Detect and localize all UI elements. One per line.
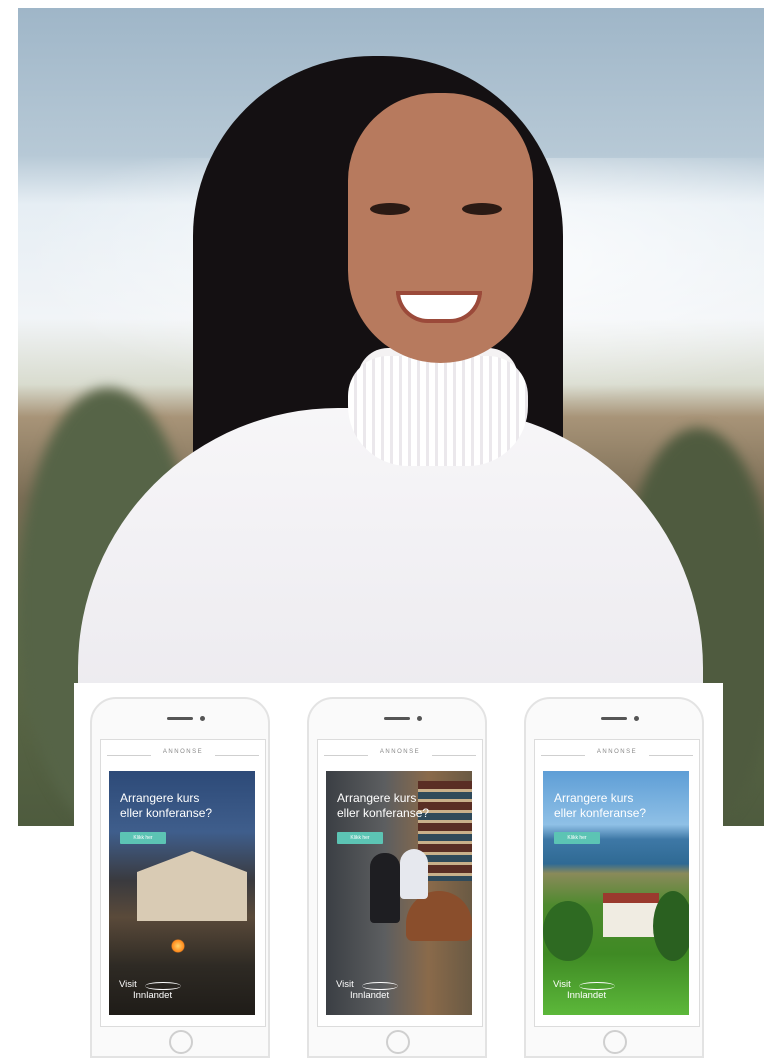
phone-mockup-1: ANNONSE Arrangere kurs eller konferanse? … — [90, 697, 270, 1058]
camera — [634, 716, 639, 721]
home-button[interactable] — [386, 1030, 410, 1054]
home-button[interactable] — [603, 1030, 627, 1054]
camera — [200, 716, 205, 721]
speaker — [167, 717, 193, 720]
annonse-row: ANNONSE — [101, 748, 265, 762]
house-shape — [137, 851, 247, 921]
speaker — [601, 717, 627, 720]
divider — [432, 755, 476, 756]
annonse-row: ANNONSE — [535, 748, 699, 762]
person-1 — [370, 853, 400, 923]
phone-screen: ANNONSE Arrangere kurs eller konferanse? … — [534, 739, 700, 1027]
ad-image-evening-house[interactable]: Arrangere kurs eller konferanse? Klikk he… — [109, 771, 255, 1015]
speaker — [384, 717, 410, 720]
phone-mockup-2: ANNONSE Arrangere kurs eller konferanse? … — [307, 697, 487, 1058]
wave-icon — [579, 982, 615, 990]
trees-left — [543, 901, 593, 961]
annonse-row: ANNONSE — [318, 748, 482, 762]
person-2 — [400, 849, 428, 899]
manor-house — [603, 893, 659, 937]
divider — [107, 755, 151, 756]
ad-headline: Arrangere kurs eller konferanse? — [337, 791, 430, 820]
cta-button[interactable]: Klikk her — [554, 832, 600, 844]
phone-screen: ANNONSE Arrangere kurs eller konferanse? … — [317, 739, 483, 1027]
home-button[interactable] — [169, 1030, 193, 1054]
phone-screen: ANNONSE Arrangere kurs eller konferanse? … — [100, 739, 266, 1027]
camera — [417, 716, 422, 721]
ad-headline: Arrangere kurs eller konferanse? — [554, 791, 647, 820]
ruffled-collar — [348, 356, 528, 466]
campfire — [171, 939, 185, 953]
divider — [215, 755, 259, 756]
ad-headline: Arrangere kurs eller konferanse? — [120, 791, 213, 820]
trees-right — [653, 891, 689, 961]
cta-button[interactable]: Klikk her — [120, 832, 166, 844]
phone-mockup-3: ANNONSE Arrangere kurs eller konferanse? … — [524, 697, 704, 1058]
ad-image-meeting-room[interactable]: Arrangere kurs eller konferanse? Klikk he… — [326, 771, 472, 1015]
divider — [541, 755, 585, 756]
eye-right — [462, 203, 502, 215]
cta-button[interactable]: Klikk her — [337, 832, 383, 844]
eye-left — [370, 203, 410, 215]
wave-icon — [362, 982, 398, 990]
divider — [649, 755, 693, 756]
divider — [324, 755, 368, 756]
wave-icon — [145, 982, 181, 990]
ad-image-lake-manor[interactable]: Arrangere kurs eller konferanse? Klikk he… — [543, 771, 689, 1015]
